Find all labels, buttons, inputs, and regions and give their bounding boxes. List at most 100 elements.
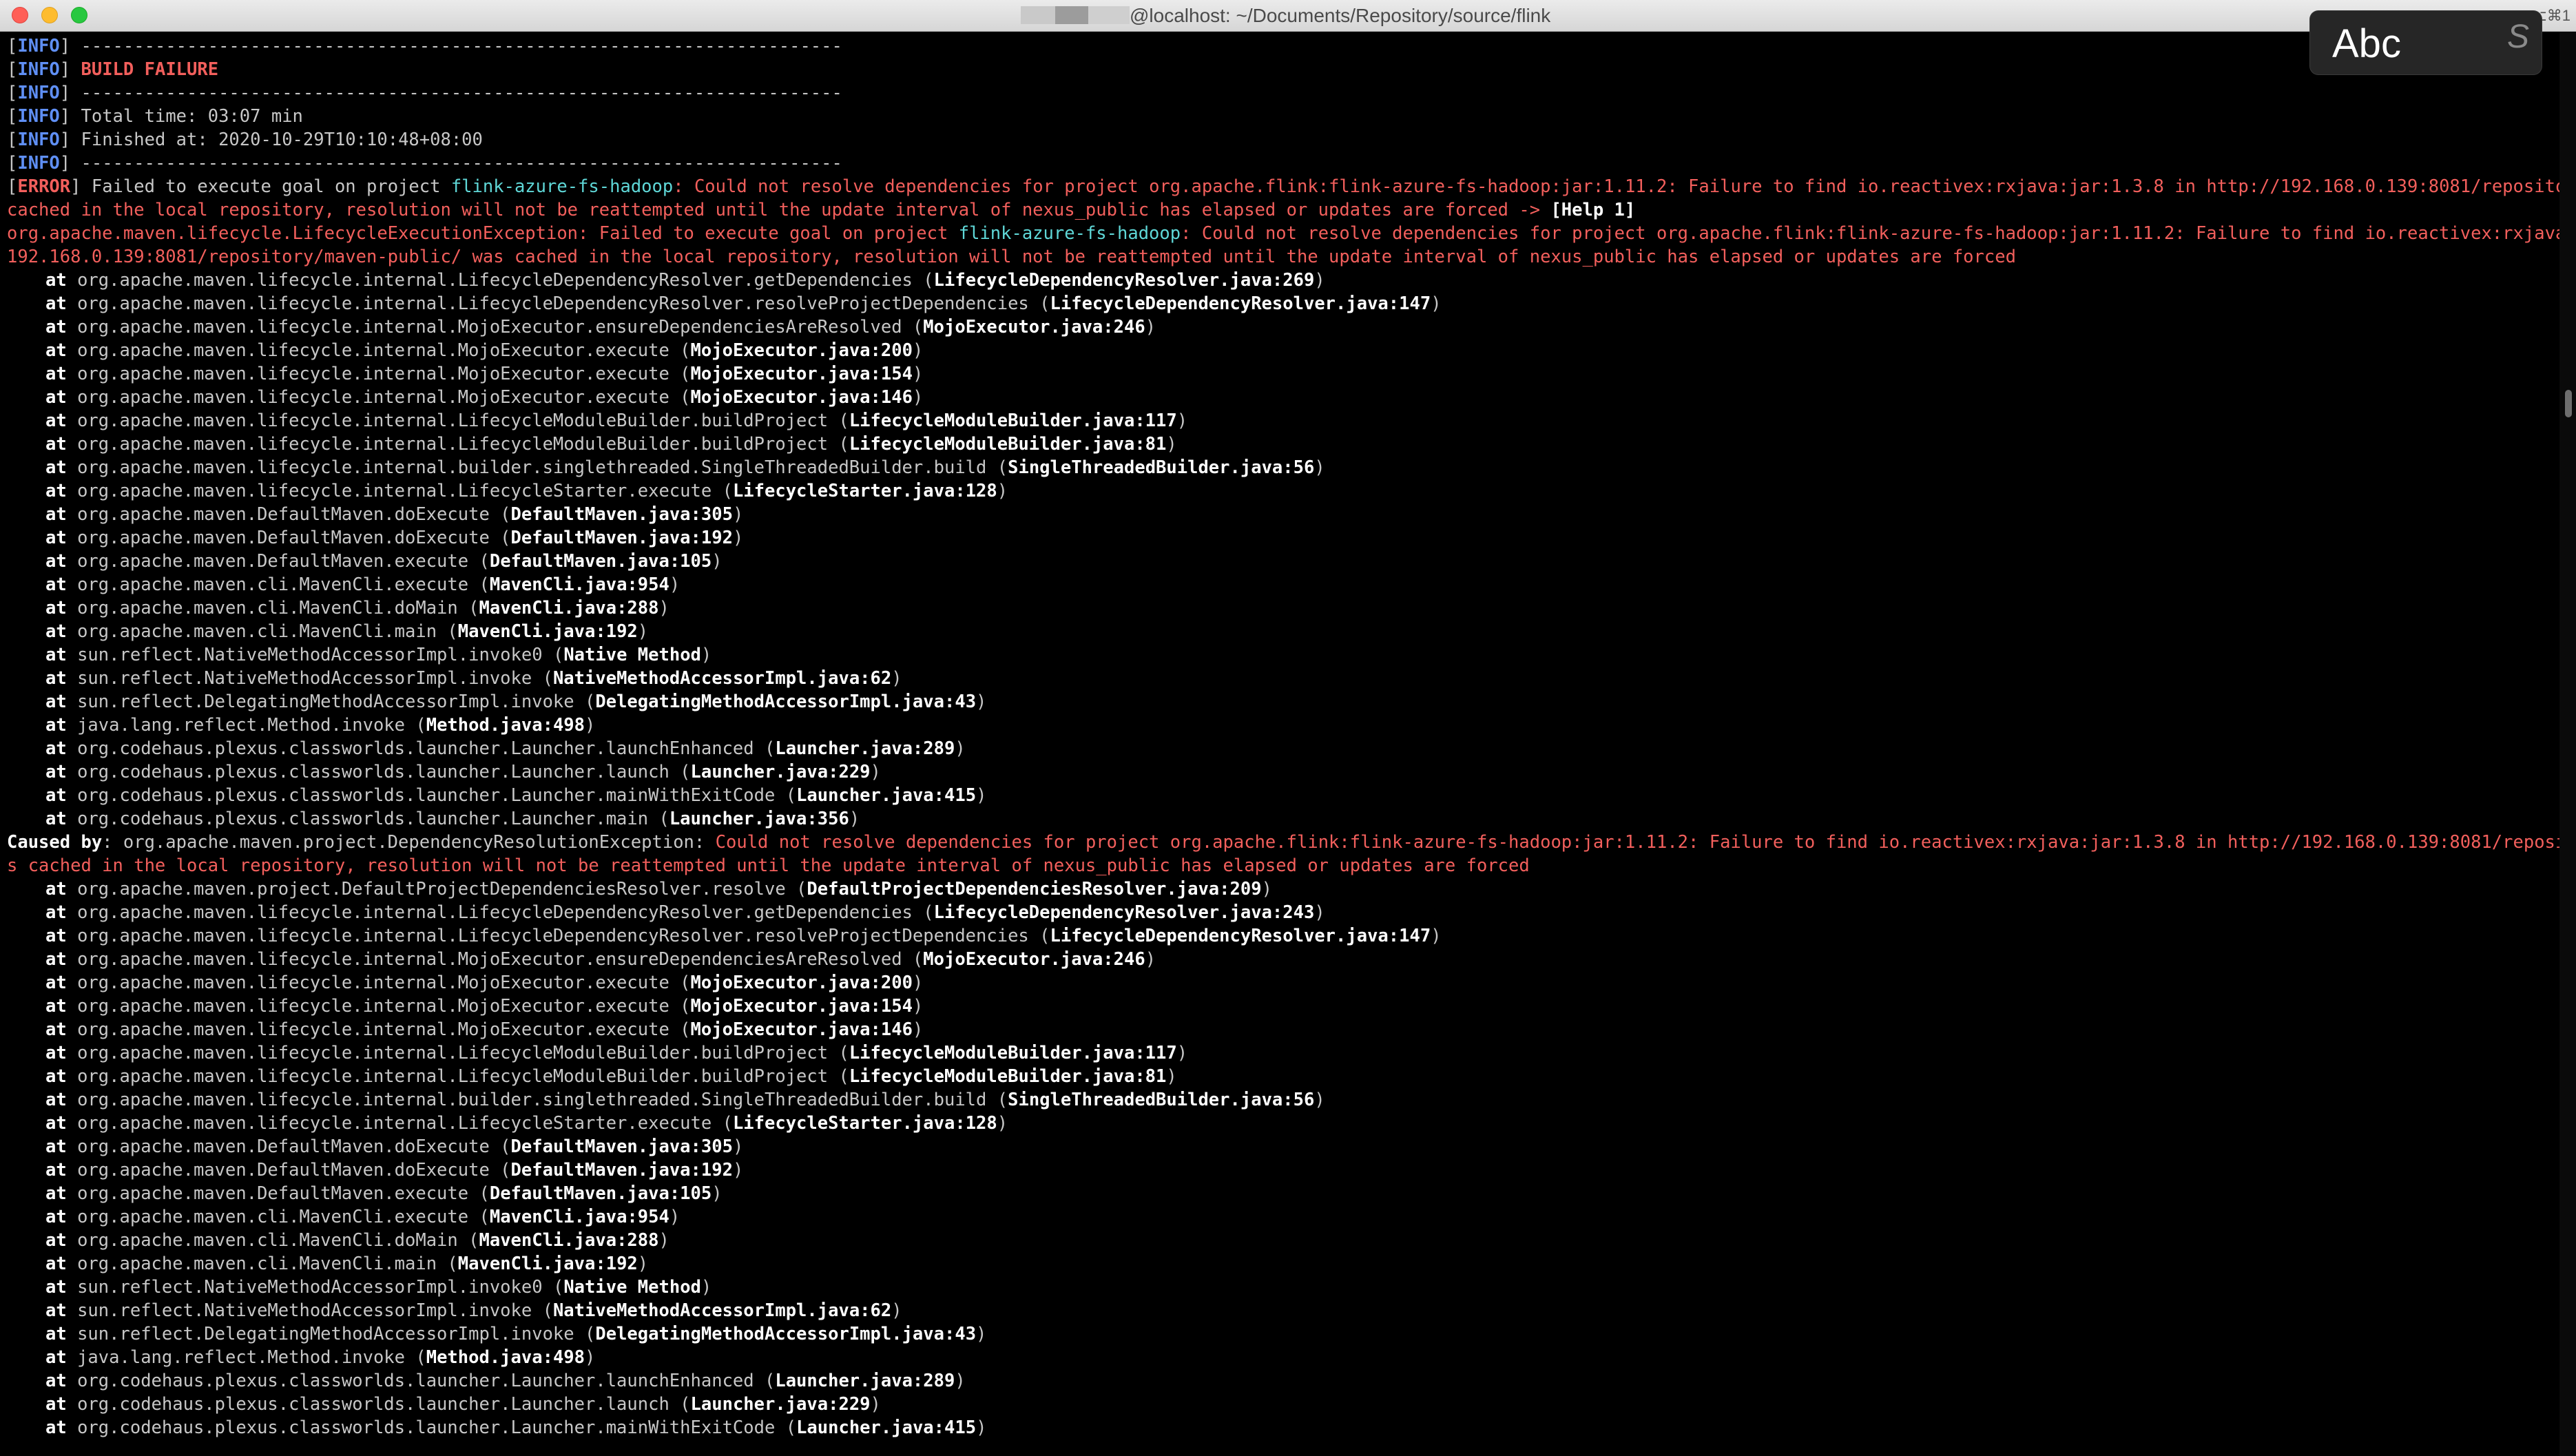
- stack-frame-method: sun.reflect.NativeMethodAccessorImpl.inv…: [77, 1300, 532, 1321]
- error-message-continued: cached in the local repository, resoluti…: [7, 200, 1551, 220]
- window-title: @localhost: ~/Documents/Repository/sourc…: [1130, 5, 1551, 26]
- log-line: [INFO] BUILD FAILURE: [7, 59, 219, 80]
- separator: ----------------------------------------…: [81, 83, 842, 103]
- stack-frame-method: org.apache.maven.cli.MavenCli.execute: [77, 574, 469, 595]
- stack-frame: at org.apache.maven.lifecycle.internal.M…: [45, 340, 924, 361]
- stack-frame: at org.codehaus.plexus.classworlds.launc…: [45, 785, 987, 806]
- stack-frame: at org.apache.maven.lifecycle.internal.M…: [45, 1019, 924, 1040]
- total-time: Total time: 03:07 min: [81, 106, 303, 127]
- stack-frame-method: org.apache.maven.lifecycle.internal.Mojo…: [77, 1019, 669, 1040]
- error-prefix: Failed to execute goal on project: [91, 176, 451, 197]
- info-tag: INFO: [17, 153, 60, 174]
- at-keyword: at: [45, 434, 67, 455]
- stack-frame-method: sun.reflect.DelegatingMethodAccessorImpl…: [77, 1324, 574, 1344]
- stack-frame-method: org.apache.maven.lifecycle.internal.Mojo…: [77, 364, 669, 384]
- info-tag: INFO: [17, 129, 60, 150]
- at-keyword: at: [45, 1394, 67, 1415]
- stack-frame-method: sun.reflect.NativeMethodAccessorImpl.inv…: [77, 1277, 543, 1298]
- stack-frame-location: MojoExecutor.java:200: [690, 340, 913, 361]
- at-keyword: at: [45, 481, 67, 501]
- scrollbar-thumb[interactable]: [2565, 390, 2572, 417]
- stack-frame-method: org.apache.maven.cli.MavenCli.execute: [77, 1207, 469, 1227]
- stack-frame-method: org.apache.maven.cli.MavenCli.doMain: [77, 598, 458, 618]
- log-line: [INFO] ---------------------------------…: [7, 36, 842, 56]
- stack-frame-location: SingleThreadedBuilder.java:56: [1008, 1090, 1315, 1110]
- error-message: : Could not resolve dependencies for pro…: [673, 176, 2559, 197]
- at-keyword: at: [45, 1417, 67, 1438]
- stack-frame-method: org.apache.maven.lifecycle.internal.Mojo…: [77, 973, 669, 993]
- stack-frame-location: DelegatingMethodAccessorImpl.java:43: [595, 1324, 977, 1344]
- input-source-icon: S: [2506, 19, 2529, 55]
- stack-frame-method: org.apache.maven.lifecycle.internal.Life…: [77, 1043, 829, 1063]
- at-keyword: at: [45, 785, 67, 806]
- stack-frame-method: org.codehaus.plexus.classworlds.launcher…: [77, 1394, 669, 1415]
- help-link[interactable]: [Help 1]: [1550, 200, 1635, 220]
- stack-frame-location: Launcher.java:229: [690, 1394, 871, 1415]
- stack-frame-method: org.apache.maven.lifecycle.internal.Life…: [77, 434, 829, 455]
- at-keyword: at: [45, 1347, 67, 1368]
- stack-frame-location: MavenCli.java:954: [489, 1207, 669, 1227]
- at-keyword: at: [45, 270, 67, 291]
- build-failure-text: BUILD FAILURE: [81, 59, 219, 80]
- stack-frame: at org.apache.maven.DefaultMaven.doExecu…: [45, 1136, 744, 1157]
- caused-by-message-continued: s cached in the local repository, resolu…: [7, 855, 1530, 876]
- stack-frame-location: LifecycleDependencyResolver.java:147: [1050, 293, 1431, 314]
- close-window-button[interactable]: [12, 7, 28, 23]
- terminal-view[interactable]: [INFO] ---------------------------------…: [0, 32, 2559, 1456]
- stack-frame-location: DelegatingMethodAccessorImpl.java:43: [595, 691, 977, 712]
- stack-frame-location: MojoExecutor.java:200: [690, 973, 913, 993]
- stack-frame-method: org.apache.maven.DefaultMaven.execute: [77, 1183, 469, 1204]
- at-keyword: at: [45, 1277, 67, 1298]
- stack-frame-method: org.apache.maven.lifecycle.internal.buil…: [77, 457, 987, 478]
- stack-frame: at sun.reflect.NativeMethodAccessorImpl.…: [45, 645, 712, 665]
- window-titlebar[interactable]: @localhost: ~/Documents/Repository/sourc…: [0, 0, 2576, 32]
- stack-frame: at org.apache.maven.lifecycle.internal.L…: [45, 1066, 1177, 1087]
- at-keyword: at: [45, 457, 67, 478]
- stack-frame: at org.codehaus.plexus.classworlds.launc…: [45, 809, 860, 829]
- stack-frame: at org.codehaus.plexus.classworlds.launc…: [45, 1371, 966, 1391]
- log-line: [INFO] Finished at: 2020-10-29T10:10:48+…: [7, 129, 483, 150]
- stack-frame-location: NativeMethodAccessorImpl.java:62: [552, 1300, 892, 1321]
- zoom-window-button[interactable]: [71, 7, 87, 23]
- stack-frame-method: org.apache.maven.DefaultMaven.doExecute: [77, 528, 490, 548]
- exception-message: : Could not resolve dependencies for pro…: [1181, 223, 2559, 244]
- stack-frame-location: LifecycleStarter.java:128: [732, 1113, 997, 1134]
- stack-frame-location: Launcher.java:415: [796, 785, 977, 806]
- stack-frame-method: org.apache.maven.lifecycle.internal.Life…: [77, 481, 712, 501]
- at-keyword: at: [45, 902, 67, 923]
- input-method-indicator: Abc S: [2310, 11, 2542, 74]
- exception-line: org.apache.maven.lifecycle.LifecycleExec…: [7, 222, 2559, 245]
- stack-frame: at org.apache.maven.lifecycle.internal.L…: [45, 926, 1442, 946]
- input-method-label: Abc: [2332, 21, 2401, 66]
- stack-frame: at sun.reflect.NativeMethodAccessorImpl.…: [45, 668, 902, 689]
- stack-frame-location: LifecycleModuleBuilder.java:117: [849, 1043, 1177, 1063]
- info-tag: INFO: [17, 83, 60, 103]
- terminal-scrollbar[interactable]: [2559, 32, 2576, 1456]
- at-keyword: at: [45, 809, 67, 829]
- at-keyword: at: [45, 598, 67, 618]
- stack-frame: at org.apache.maven.lifecycle.internal.L…: [45, 1113, 1008, 1134]
- stack-frame: at org.codehaus.plexus.classworlds.launc…: [45, 1417, 987, 1438]
- at-keyword: at: [45, 528, 67, 548]
- stack-frame: at org.apache.maven.DefaultMaven.doExecu…: [45, 1160, 744, 1181]
- stack-frame-location: LifecycleDependencyResolver.java:269: [933, 270, 1315, 291]
- at-keyword: at: [45, 410, 67, 431]
- stack-frame-method: org.apache.maven.lifecycle.internal.Mojo…: [77, 317, 902, 337]
- stack-frame-location: Launcher.java:229: [690, 762, 871, 782]
- at-keyword: at: [45, 691, 67, 712]
- stack-frame: at org.apache.maven.lifecycle.internal.M…: [45, 387, 924, 408]
- stack-frame-method: org.apache.maven.lifecycle.internal.Mojo…: [77, 340, 669, 361]
- exception-message-continued: 192.168.0.139:8081/repository/maven-publ…: [7, 247, 2016, 267]
- stack-frame: at org.apache.maven.lifecycle.internal.L…: [45, 902, 1325, 923]
- stack-frame-method: org.codehaus.plexus.classworlds.launcher…: [77, 1417, 776, 1438]
- stack-frame-location: MavenCli.java:954: [489, 574, 669, 595]
- stack-frame-location: MavenCli.java:192: [457, 621, 638, 642]
- info-tag: INFO: [17, 36, 60, 56]
- redacted-username-block: [1088, 6, 1130, 24]
- minimize-window-button[interactable]: [41, 7, 58, 23]
- stack-frame-method: org.apache.maven.lifecycle.internal.Life…: [77, 1066, 829, 1087]
- log-line: [INFO] ---------------------------------…: [7, 153, 842, 174]
- stack-frame: at org.apache.maven.lifecycle.internal.L…: [45, 481, 1008, 501]
- stack-frame: at org.apache.maven.lifecycle.internal.L…: [45, 434, 1177, 455]
- stack-frame: at org.apache.maven.cli.MavenCli.execute…: [45, 574, 681, 595]
